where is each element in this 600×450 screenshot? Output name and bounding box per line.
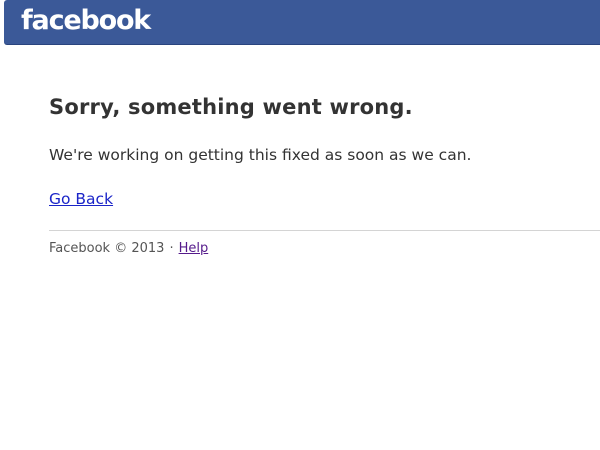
error-message: We're working on getting this fixed as s… [49,146,472,164]
error-content: Sorry, something went wrong. We're worki… [49,88,600,256]
go-back-link[interactable]: Go Back [49,188,113,210]
help-link[interactable]: Help [179,241,209,256]
facebook-logo[interactable]: facebook [21,5,151,37]
error-page: facebook Sorry, something went wrong. We… [0,0,600,450]
footer: Facebook © 2013 · Help [49,239,208,259]
footer-separator: · [169,241,174,256]
copyright-text: Facebook © 2013 [49,241,165,256]
footer-divider [49,230,600,231]
top-bar: facebook [4,0,600,45]
error-title: Sorry, something went wrong. [49,95,413,119]
